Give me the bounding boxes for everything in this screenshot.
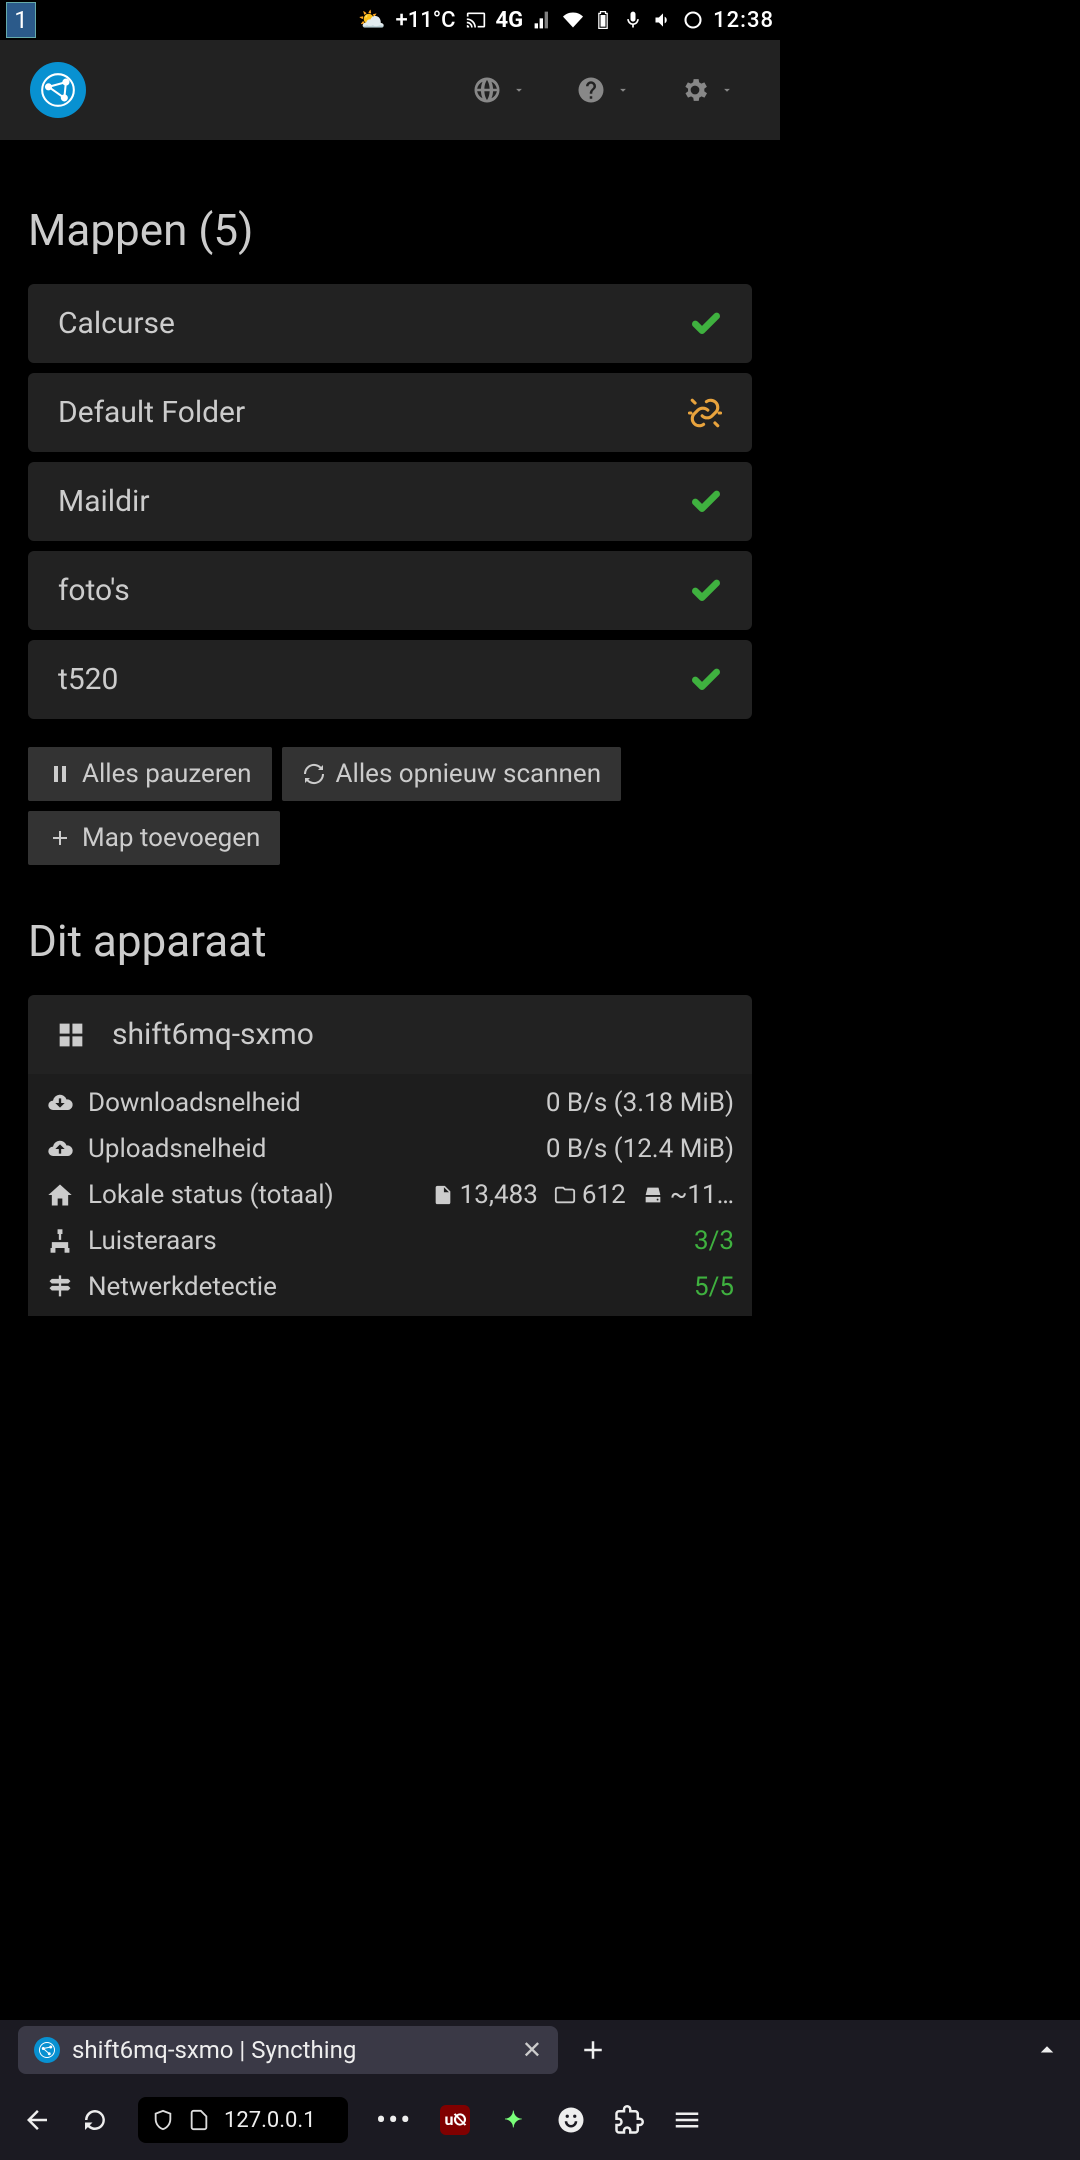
tab-favicon [34, 2037, 60, 2063]
plus-icon [48, 826, 72, 850]
listeners-row: Luisteraars 3/3 [46, 1218, 734, 1264]
listeners-value: 3/3 [694, 1226, 734, 1256]
back-button[interactable] [22, 2105, 52, 2135]
this-device-panel: shift6mq-sxmo Downloadsnelheid 0 B/s (3.… [28, 995, 752, 1316]
folder-name: Calcurse [58, 306, 175, 341]
download-rate-value: 0 B/s (3.18 MiB) [546, 1088, 734, 1118]
syncthing-logo[interactable] [30, 62, 86, 118]
app-bar [0, 40, 780, 140]
discovery-value: 5/5 [694, 1272, 734, 1302]
button-label: Alles pauzeren [82, 759, 252, 789]
upload-rate-row: Uploadsnelheid 0 B/s (12.4 MiB) [46, 1126, 734, 1172]
button-label: Map toevoegen [82, 823, 260, 853]
extensions-button[interactable] [614, 2105, 644, 2135]
check-icon [690, 486, 722, 518]
cast-icon [466, 10, 486, 30]
new-tab-button[interactable] [578, 2035, 608, 2065]
actions-menu[interactable] [664, 65, 750, 115]
circle-icon [683, 10, 703, 30]
folder-item[interactable]: t520 [28, 640, 752, 719]
sitemap-icon [46, 1227, 74, 1255]
url-bar[interactable]: 127.0.0.1 [138, 2097, 348, 2143]
pause-all-button[interactable]: Alles pauzeren [28, 747, 272, 801]
refresh-icon [302, 762, 326, 786]
cloud-upload-icon [46, 1135, 74, 1163]
help-menu[interactable] [560, 65, 646, 115]
language-menu[interactable] [456, 65, 542, 115]
main-content: Mappen (5) Calcurse Default Folder Maild… [0, 140, 780, 1420]
download-rate-row: Downloadsnelheid 0 B/s (3.18 MiB) [46, 1080, 734, 1126]
browser-tab-strip: shift6mq-sxmo | Syncthing ✕ [0, 2020, 1080, 2080]
folder-item[interactable]: Calcurse [28, 284, 752, 363]
reload-button[interactable] [80, 2105, 110, 2135]
folder-actions: Alles pauzeren Alles opnieuw scannen Map… [28, 747, 752, 865]
battery-icon [593, 10, 613, 30]
folder-item[interactable]: Maildir [28, 462, 752, 541]
folders-heading: Mappen (5) [28, 204, 752, 256]
ublock-extension-icon[interactable]: u⦰ [440, 2105, 470, 2135]
chevron-down-icon [616, 83, 630, 97]
hdd-icon [642, 1184, 664, 1206]
gear-icon [680, 75, 710, 105]
unshared-icon [688, 396, 722, 430]
folder-name: Default Folder [58, 395, 245, 430]
device-icon [54, 1018, 88, 1052]
status-bar: 1 ⛅ +11°C 4G 12:38 [0, 0, 780, 40]
folder-item[interactable]: foto's [28, 551, 752, 630]
folder-name: foto's [58, 573, 130, 608]
globe-icon [472, 75, 502, 105]
upload-rate-value: 0 B/s (12.4 MiB) [546, 1134, 734, 1164]
folder-icon [554, 1184, 576, 1206]
help-icon [576, 75, 606, 105]
extension-icon[interactable]: ✦ [498, 2105, 528, 2135]
page-actions-button[interactable]: ••• [376, 2103, 412, 2138]
chevron-down-icon [720, 83, 734, 97]
rescan-all-button[interactable]: Alles opnieuw scannen [282, 747, 622, 801]
pause-icon [48, 762, 72, 786]
wifi-icon [563, 10, 583, 30]
button-label: Alles opnieuw scannen [336, 759, 602, 789]
signpost-icon [46, 1273, 74, 1301]
weather-icon: ⛅ [358, 8, 385, 33]
check-icon [690, 575, 722, 607]
check-icon [690, 664, 722, 696]
add-folder-button[interactable]: Map toevoegen [28, 811, 280, 865]
check-icon [690, 308, 722, 340]
tab-title: shift6mq-sxmo | Syncthing [72, 2036, 510, 2064]
folder-name: t520 [58, 662, 118, 697]
tab-close-button[interactable]: ✕ [522, 2036, 542, 2064]
file-icon [432, 1184, 454, 1206]
home-icon [46, 1181, 74, 1209]
local-state-value: 13,483 612 ~11… [432, 1180, 734, 1210]
volume-icon [653, 10, 673, 30]
discovery-row: Netwerkdetectie 5/5 [46, 1264, 734, 1310]
device-name: shift6mq-sxmo [112, 1017, 314, 1052]
page-icon [188, 2109, 210, 2131]
browser-tab[interactable]: shift6mq-sxmo | Syncthing ✕ [18, 2026, 558, 2074]
this-device-header[interactable]: shift6mq-sxmo [28, 995, 752, 1074]
shield-icon [152, 2109, 174, 2131]
local-state-row: Lokale status (totaal) 13,483 612 ~11… [46, 1172, 734, 1218]
temperature: +11°C [396, 8, 456, 33]
cloud-download-icon [46, 1089, 74, 1117]
this-device-heading: Dit apparaat [28, 915, 752, 967]
app-menu-button[interactable] [672, 2105, 702, 2135]
extension-icon[interactable] [556, 2105, 586, 2135]
workspace-badge: 1 [6, 2, 36, 38]
tabs-overflow-button[interactable] [1032, 2035, 1062, 2065]
url-text: 127.0.0.1 [224, 2108, 316, 2133]
clock: 12:38 [713, 8, 774, 33]
folder-item[interactable]: Default Folder [28, 373, 752, 452]
device-details: Downloadsnelheid 0 B/s (3.18 MiB) Upload… [28, 1074, 752, 1316]
chevron-down-icon [512, 83, 526, 97]
signal-icon [533, 10, 553, 30]
network-type: 4G [496, 8, 524, 33]
mic-icon [623, 10, 643, 30]
browser-toolbar: 127.0.0.1 ••• u⦰ ✦ [0, 2080, 1080, 2160]
status-right: ⛅ +11°C 4G 12:38 [358, 8, 774, 33]
folder-name: Maildir [58, 484, 149, 519]
